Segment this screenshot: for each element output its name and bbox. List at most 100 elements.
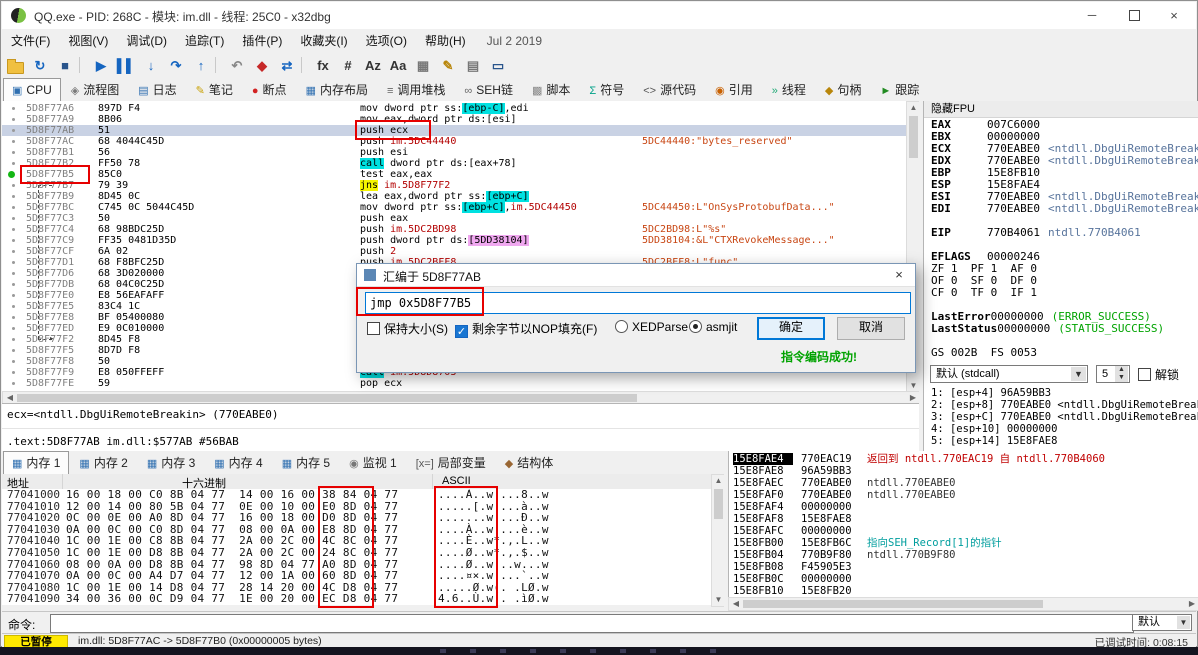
run-button[interactable]: ▶ (89, 54, 113, 77)
stack-view[interactable]: 15E8FAE4 770EAC19 返回到 ntdll.770EAC19 自 ntd… (728, 451, 1198, 597)
stack-row[interactable]: 15E8FB04 770B9F80 ntdll.770B9F80 (729, 549, 1198, 561)
tab-references[interactable]: ◉ 引用 (706, 78, 762, 102)
scroll-left-arrow[interactable]: ◀ (5, 393, 15, 403)
menu-item-2[interactable]: 视图(V) (59, 29, 117, 53)
disasm-row[interactable]: 5D8F77B2 FF50 78 call dword ptr ds:[eax+78… (2, 158, 906, 169)
nop-fill-checkbox[interactable]: 剩余字节以NOP填充(F) (455, 320, 597, 338)
patch-button[interactable]: ✎ (436, 54, 460, 77)
memory-map-button[interactable]: ▦ (411, 54, 435, 77)
tab-dump-5[interactable]: ▦ 内存 5 (273, 451, 339, 475)
execute-till-return-button[interactable]: ↑ (189, 54, 213, 77)
keep-size-checkbox[interactable]: 保持大小(S) (367, 320, 448, 337)
dump-row[interactable]: 77041090 34 00 36 00 0C D9 04 77 1E 00 20… (2, 593, 711, 605)
disasm-row[interactable]: 5D8F77A6 897D F4 mov dword ptr ss:[ebp-C],… (2, 103, 906, 114)
tab-log[interactable]: ▤ 日志 (129, 78, 185, 102)
scroll-thumb[interactable] (17, 394, 637, 402)
stack-horizontal-scrollbar[interactable]: ◀ ▶ (728, 597, 1198, 611)
stepper-arrows-icon[interactable]: ▲ ▼ (1115, 366, 1128, 382)
stack-row[interactable]: 15E8FAF4 00000000 (729, 501, 1198, 513)
stack-row[interactable]: 15E8FAF0 770EABE0 ntdll.770EABE0 (729, 489, 1198, 501)
menu-item-7[interactable]: 选项(O) (357, 29, 416, 53)
tab-watch-1[interactable]: ◉ 监视 1 (340, 451, 406, 475)
memory-dump-view[interactable]: 77041000 16 00 18 00 C0 8B 04 77 14 00 16… (2, 489, 711, 605)
assemble-dialog[interactable]: 汇编于 5D8F77AB × 保持大小(S) 剩余字节以NOP填充(F) XED… (356, 263, 916, 373)
step-over-button[interactable]: ↷ (164, 54, 188, 77)
disasm-row[interactable]: 5D8F77B9 8D45 0C lea eax,dword ptr ss:[ebp… (2, 191, 906, 202)
dialog-close-icon[interactable]: × (883, 264, 915, 286)
windows-taskbar[interactable] (0, 647, 1198, 655)
command-input[interactable] (50, 614, 1134, 633)
menu-item-3[interactable]: 调试(D) (117, 29, 176, 53)
dump-row[interactable]: 77041000 16 00 18 00 C0 8B 04 77 14 00 16… (2, 489, 711, 501)
menu-item-1[interactable]: 文件(F) (2, 29, 59, 53)
xedparse-radio[interactable]: XEDParse (615, 320, 688, 334)
tab-cpu[interactable]: ▣ CPU (3, 78, 61, 102)
scroll-thumb[interactable] (909, 116, 918, 158)
tab-call-stack[interactable]: ≡ 调用堆栈 (378, 78, 454, 102)
radio-icon[interactable] (689, 320, 702, 333)
disasm-row[interactable]: 5D8F77CF 6A 02 push 2 (2, 246, 906, 257)
case-button[interactable]: Az (361, 54, 385, 77)
stack-row[interactable]: 15E8FB10 15E8FB20 (729, 585, 1198, 597)
asmjit-radio[interactable]: asmjit (689, 320, 737, 334)
tab-source[interactable]: <> 源代码 (634, 78, 705, 102)
stack-row[interactable]: 15E8FAFC 00000000 (729, 525, 1198, 537)
tab-dump-2[interactable]: ▦ 内存 2 (70, 451, 136, 475)
tab-seh[interactable]: ∞ SEH链 (455, 78, 522, 102)
tab-locals[interactable]: [x=] 局部变量 (407, 451, 495, 475)
hash-button[interactable]: # (336, 54, 360, 77)
close-button[interactable]: × (1154, 2, 1194, 29)
tab-dump-1[interactable]: ▦ 内存 1 (3, 451, 70, 475)
disasm-row[interactable]: 5D8F77C9 FF35 0481D35D push dword ptr ds:[… (2, 235, 906, 246)
stack-row[interactable]: 15E8FB08 F45905E3 (729, 561, 1198, 573)
disasm-row[interactable]: 5D8F77AC 68 4044C45D push im.5DC44440 5DC44… (2, 136, 906, 147)
menu-item-4[interactable]: 追踪(T) (176, 29, 233, 53)
step-into-button[interactable]: ↓ (139, 54, 163, 77)
back-button[interactable]: ↶ (225, 54, 249, 77)
scroll-thumb[interactable] (714, 489, 723, 519)
checkbox-icon[interactable] (1138, 368, 1151, 381)
register-row[interactable]: CF 0 TF 0 IF 1 (924, 287, 1198, 299)
breakpoint-dot[interactable] (8, 171, 15, 178)
register-row[interactable]: LastStatus00000000 (STATUS_SUCCESS) (924, 323, 1198, 335)
title-bar[interactable]: QQ.exe - PID: 268C - 模块: im.dll - 线程: 25… (2, 2, 1196, 30)
tab-threads[interactable]: » 线程 (763, 78, 815, 102)
menu-item-6[interactable]: 收藏夹(I) (291, 29, 356, 53)
checkbox-icon[interactable] (455, 325, 468, 338)
disasm-row[interactable]: 5D8F77A9 8B06 mov eax,dword ptr ds:[esi] (2, 114, 906, 125)
radio-icon[interactable] (615, 320, 628, 333)
disasm-row[interactable]: 5D8F77B5 85C0 test eax,eax (2, 169, 906, 180)
stop-button[interactable]: ■ (53, 54, 77, 77)
tab-graph[interactable]: ◈ 流程图 (62, 78, 128, 102)
scroll-right-arrow[interactable]: ▶ (1187, 599, 1197, 609)
trace-record-button[interactable]: ◆ (250, 54, 274, 77)
disasm-row[interactable]: 5D8F77B7 79 39 jns im.5D8F77F2 (2, 180, 906, 191)
list-button[interactable]: ▤ (461, 54, 485, 77)
command-profile-dropdown[interactable]: 默认 ▼ (1132, 614, 1192, 631)
chevron-down-icon[interactable]: ▼ (1177, 616, 1190, 629)
tab-handles[interactable]: ◆ 句柄 (816, 78, 870, 102)
disasm-row[interactable]: 5D8F77FE 59 pop ecx (2, 378, 906, 389)
stack-row[interactable]: 15E8FAE4 770EAC19 返回到 ntdll.770EAC19 自 ntd… (729, 453, 1198, 465)
register-row[interactable]: EDX770EABE0<ntdll.DbgUiRemoteBreakin> (924, 155, 1198, 167)
tab-notes[interactable]: ✎ 笔记 (187, 78, 242, 102)
argument-count-stepper[interactable]: 5 ▲ ▼ (1096, 365, 1130, 383)
stack-row[interactable]: 15E8FAF8 15E8FAE8 (729, 513, 1198, 525)
maximize-button[interactable] (1114, 2, 1154, 29)
stack-row[interactable]: 15E8FB00 15E8FB6C 指向SEH_Record[1]的指针 (729, 537, 1198, 549)
open-file-button[interactable] (3, 54, 27, 77)
tab-trace[interactable]: ► 跟踪 (871, 78, 928, 102)
disasm-row[interactable]: 5D8F77AB 51 push ecx (2, 125, 906, 136)
tab-script[interactable]: ▩ 脚本 (523, 78, 579, 102)
register-row[interactable]: EAX 007C6000 (924, 119, 1198, 131)
scroll-right-arrow[interactable]: ▶ (908, 393, 918, 403)
checkbox-icon[interactable] (367, 322, 380, 335)
switch-view-button[interactable]: ⇄ (275, 54, 299, 77)
register-row[interactable]: EIP 770B4061 ntdll.770B4061 (924, 227, 1198, 239)
chevron-down-icon[interactable]: ▼ (1071, 367, 1086, 381)
scroll-thumb[interactable] (743, 600, 1043, 608)
calling-convention-dropdown[interactable]: 默认 (stdcall) ▼ (930, 365, 1088, 383)
unlock-checkbox[interactable]: 解锁 (1138, 366, 1179, 383)
minimize-button[interactable]: ─ (1072, 2, 1112, 29)
font-button[interactable]: Aa (386, 54, 410, 77)
